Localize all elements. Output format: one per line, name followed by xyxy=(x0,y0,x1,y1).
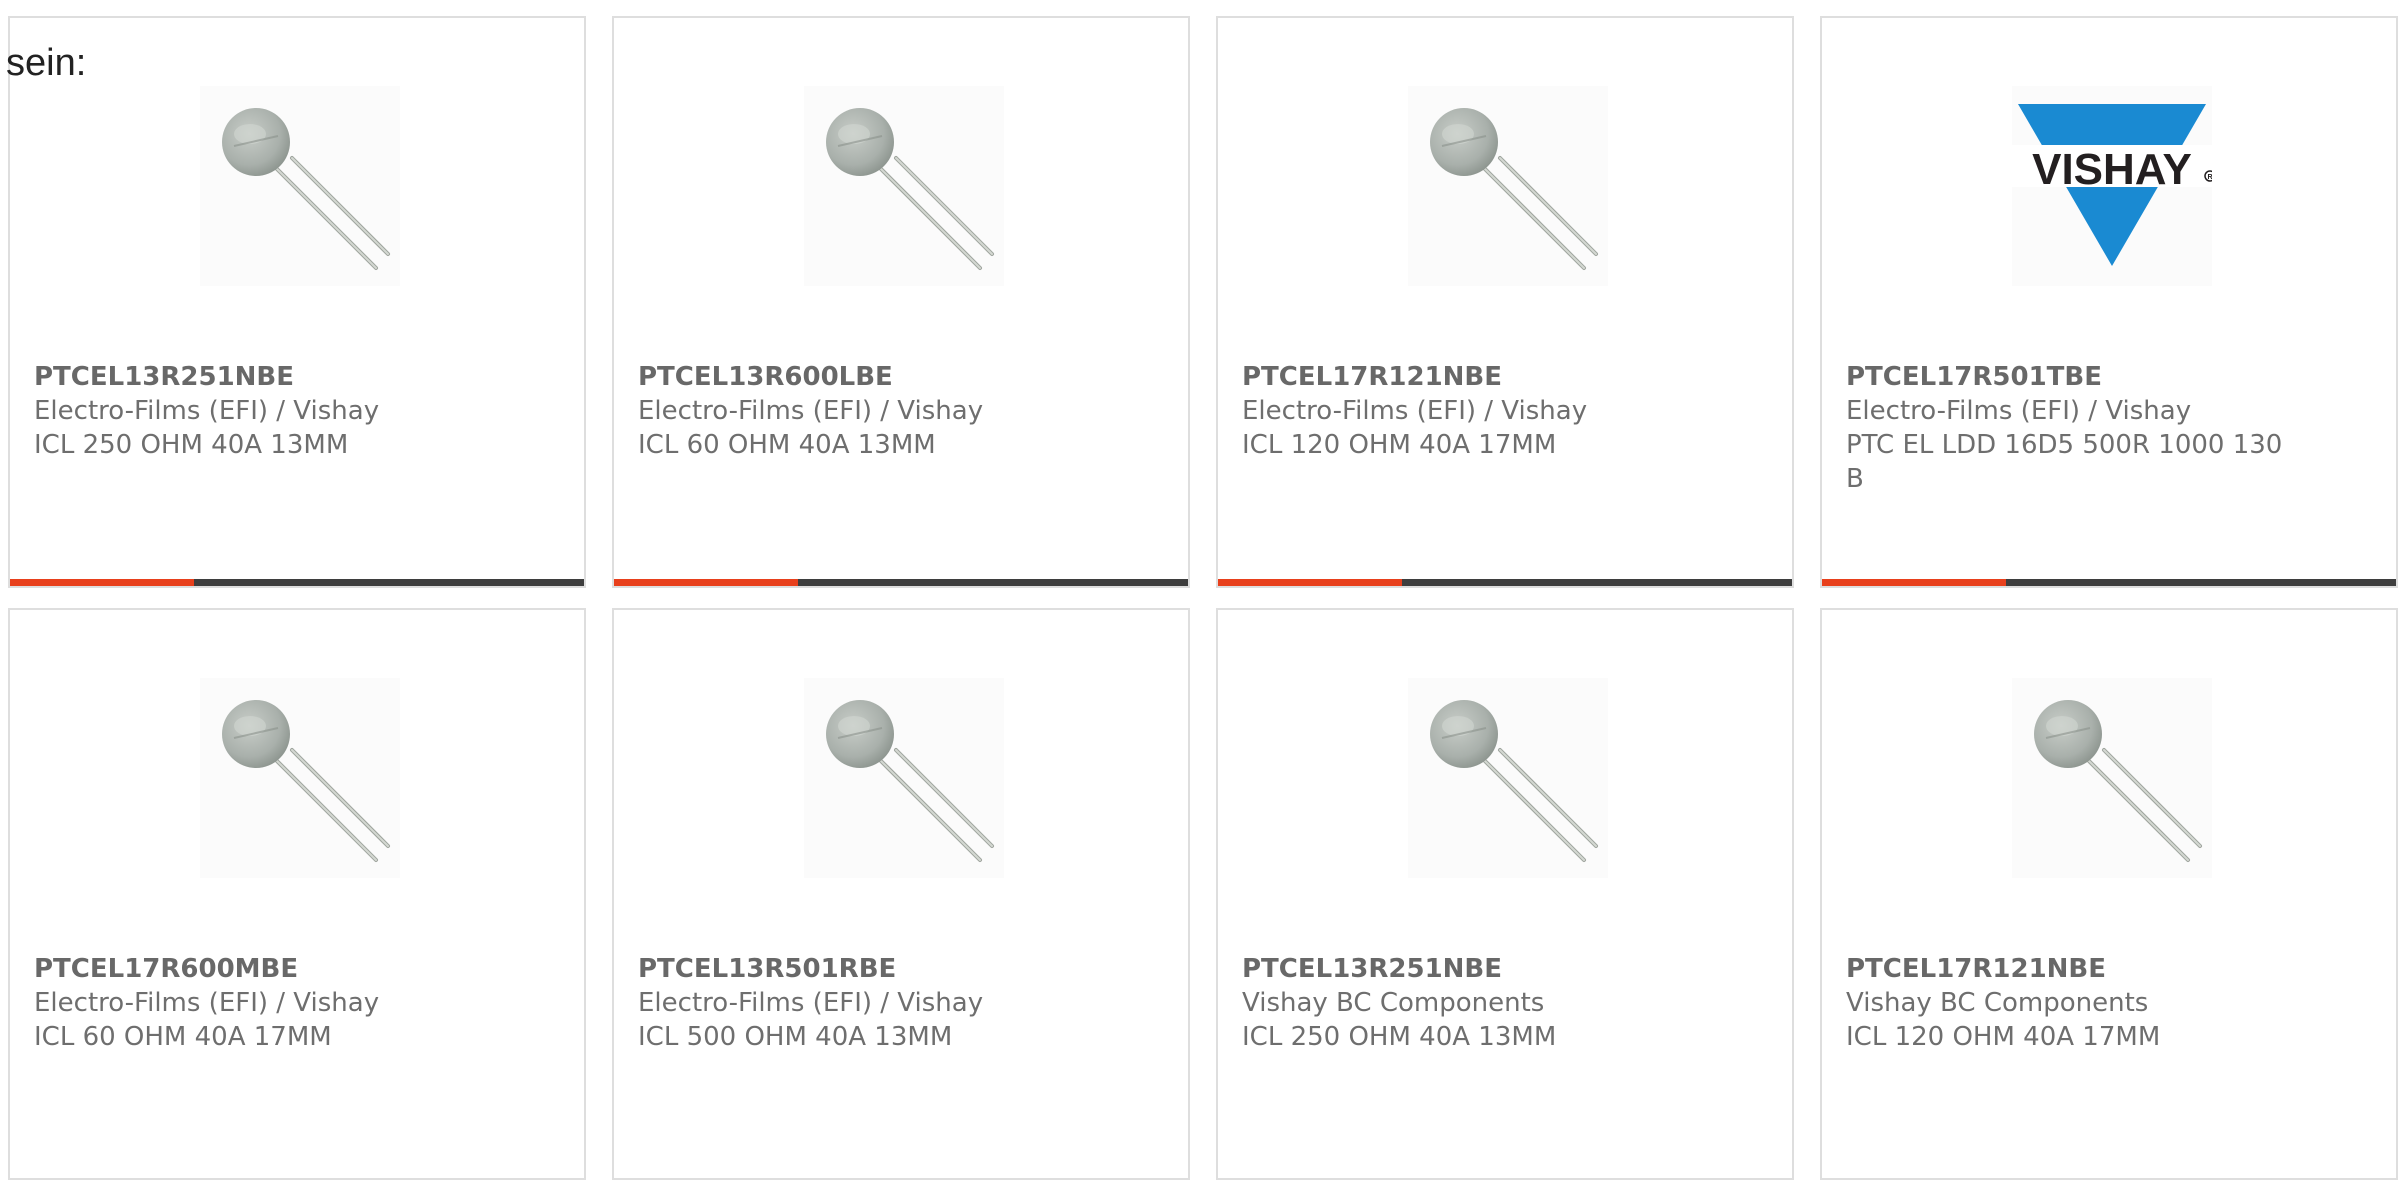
product-card[interactable]: PTCEL13R251NBE Vishay BC Components ICL … xyxy=(1216,608,1794,1180)
product-card[interactable]: VISHAY R PTCEL17R501TBE Electro-Films (E… xyxy=(1820,16,2398,588)
product-description: ICL 250 OHM 40A 13MM xyxy=(1242,1022,1557,1052)
thermistor-icon xyxy=(1408,678,1608,878)
thermistor-icon xyxy=(2012,678,2212,878)
svg-text:R: R xyxy=(2207,174,2212,181)
progress-bar xyxy=(10,579,584,586)
progress-fill xyxy=(1218,579,1402,586)
progress-bar xyxy=(1218,579,1792,586)
product-description: ICL 500 OHM 40A 13MM xyxy=(638,1022,953,1052)
manufacturer-name: Electro-Films (EFI) / Vishay xyxy=(638,988,984,1018)
part-number[interactable]: PTCEL13R501RBE xyxy=(638,952,1098,986)
progress-fill xyxy=(1822,579,2006,586)
product-info: PTCEL13R251NBE Electro-Films (EFI) / Vis… xyxy=(34,360,494,462)
vishay-logo-text: VISHAY xyxy=(2032,145,2192,194)
intro-text: sein: xyxy=(6,42,87,84)
product-card[interactable]: PTCEL13R501RBE Electro-Films (EFI) / Vis… xyxy=(612,608,1190,1180)
product-card[interactable]: PTCEL17R600MBE Electro-Films (EFI) / Vis… xyxy=(8,608,586,1180)
part-number[interactable]: PTCEL17R501TBE xyxy=(1846,360,2306,394)
manufacturer-name: Electro-Films (EFI) / Vishay xyxy=(1846,396,2192,426)
product-description: ICL 250 OHM 40A 13MM xyxy=(34,430,349,460)
product-card[interactable]: PTCEL13R600LBE Electro-Films (EFI) / Vis… xyxy=(612,16,1190,588)
progress-fill xyxy=(614,579,798,586)
product-description: ICL 120 OHM 40A 17MM xyxy=(1846,1022,2161,1052)
manufacturer-name: Electro-Films (EFI) / Vishay xyxy=(638,396,984,426)
progress-bar xyxy=(614,579,1188,586)
manufacturer-name: Electro-Films (EFI) / Vishay xyxy=(34,988,380,1018)
product-grid: PTCEL13R251NBE Electro-Films (EFI) / Vis… xyxy=(8,16,2400,1180)
part-number[interactable]: PTCEL13R251NBE xyxy=(34,360,494,394)
part-number[interactable]: PTCEL13R600LBE xyxy=(638,360,1098,394)
product-info: PTCEL17R600MBE Electro-Films (EFI) / Vis… xyxy=(34,952,494,1054)
product-info: PTCEL17R121NBE Electro-Films (EFI) / Vis… xyxy=(1242,360,1702,462)
product-info: PTCEL13R501RBE Electro-Films (EFI) / Vis… xyxy=(638,952,1098,1054)
manufacturer-name: Vishay BC Components xyxy=(1242,988,1545,1018)
part-number[interactable]: PTCEL13R251NBE xyxy=(1242,952,1702,986)
manufacturer-name: Electro-Films (EFI) / Vishay xyxy=(34,396,380,426)
product-description: ICL 60 OHM 40A 13MM xyxy=(638,430,936,460)
product-description: ICL 60 OHM 40A 17MM xyxy=(34,1022,332,1052)
thermistor-icon xyxy=(200,678,400,878)
product-card[interactable]: PTCEL17R121NBE Electro-Films (EFI) / Vis… xyxy=(1216,16,1794,588)
product-info: PTCEL17R501TBE Electro-Films (EFI) / Vis… xyxy=(1846,360,2306,496)
product-info: PTCEL13R251NBE Vishay BC Components ICL … xyxy=(1242,952,1702,1054)
progress-bar xyxy=(1822,579,2396,586)
thermistor-icon xyxy=(200,86,400,286)
product-info: PTCEL13R600LBE Electro-Films (EFI) / Vis… xyxy=(638,360,1098,462)
product-card[interactable]: PTCEL17R121NBE Vishay BC Components ICL … xyxy=(1820,608,2398,1180)
manufacturer-name: Vishay BC Components xyxy=(1846,988,2149,1018)
thermistor-icon xyxy=(1408,86,1608,286)
thermistor-icon xyxy=(804,86,1004,286)
product-description: PTC EL LDD 16D5 500R 1000 130 B xyxy=(1846,430,2283,494)
manufacturer-name: Electro-Films (EFI) / Vishay xyxy=(1242,396,1588,426)
progress-fill xyxy=(10,579,194,586)
part-number[interactable]: PTCEL17R121NBE xyxy=(1846,952,2306,986)
product-description: ICL 120 OHM 40A 17MM xyxy=(1242,430,1557,460)
part-number[interactable]: PTCEL17R121NBE xyxy=(1242,360,1702,394)
product-info: PTCEL17R121NBE Vishay BC Components ICL … xyxy=(1846,952,2306,1054)
vishay-logo: VISHAY R xyxy=(2012,86,2212,286)
part-number[interactable]: PTCEL17R600MBE xyxy=(34,952,494,986)
thermistor-icon xyxy=(804,678,1004,878)
product-card[interactable]: PTCEL13R251NBE Electro-Films (EFI) / Vis… xyxy=(8,16,586,588)
